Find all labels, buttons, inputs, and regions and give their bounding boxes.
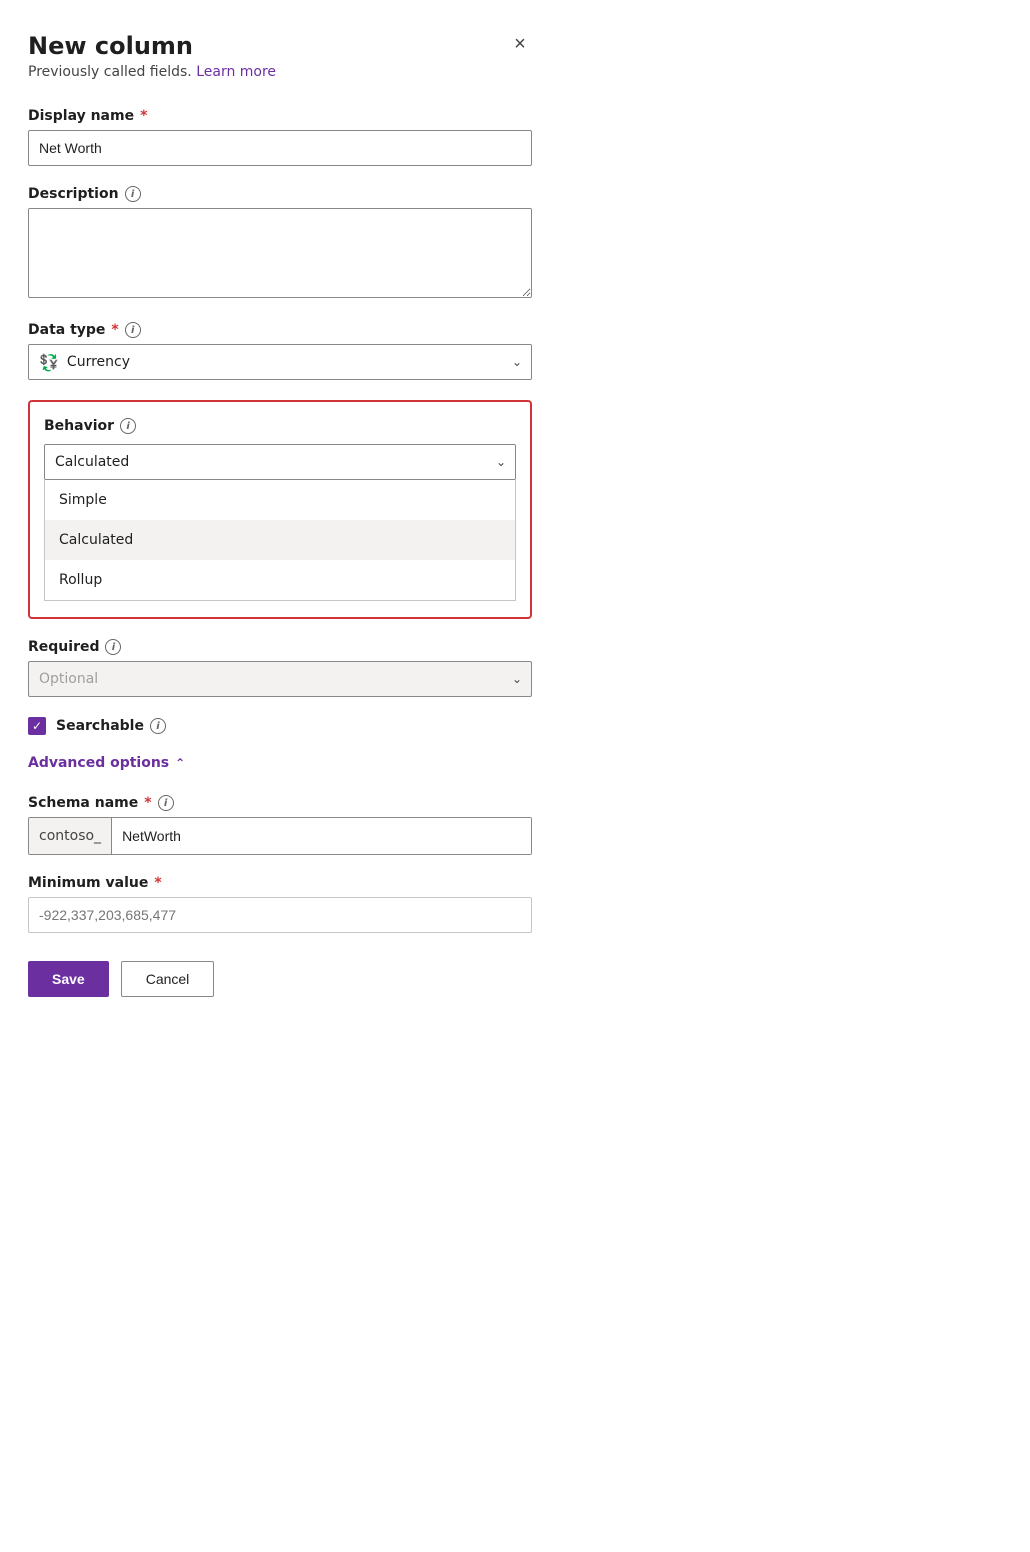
schema-name-input[interactable] [112, 818, 531, 854]
behavior-option-calculated[interactable]: Calculated [45, 520, 515, 560]
required-group: Required i Optional ⌄ [28, 639, 532, 697]
schema-name-info-icon: i [158, 795, 174, 811]
learn-more-link[interactable]: Learn more [196, 64, 276, 80]
description-info-icon: i [125, 186, 141, 202]
schema-name-label: Schema name * i [28, 795, 532, 811]
subtitle-text: Previously called fields. [28, 64, 192, 80]
required-value: Optional [39, 671, 98, 687]
minimum-value-label: Minimum value * [28, 875, 532, 891]
advanced-options-toggle[interactable]: Advanced options ⌃ [28, 755, 532, 771]
searchable-checkbox[interactable]: ✓ [28, 717, 46, 735]
panel-subtitle: Previously called fields. Learn more [28, 64, 532, 80]
required-info-icon: i [105, 639, 121, 655]
data-type-select-wrapper: 💱 Currency ⌄ [28, 344, 532, 380]
minimum-value-group: Minimum value * [28, 875, 532, 933]
behavior-info-icon: i [120, 418, 136, 434]
behavior-select[interactable]: Calculated [44, 444, 516, 480]
close-button[interactable]: × [504, 28, 536, 60]
schema-name-required-star: * [144, 795, 151, 811]
schema-name-prefix: contoso_ [29, 818, 112, 854]
minimum-value-input[interactable] [28, 897, 532, 933]
schema-name-group: Schema name * i contoso_ [28, 795, 532, 855]
searchable-row: ✓ Searchable i [28, 717, 532, 735]
data-type-label: Data type * i [28, 322, 532, 338]
required-select[interactable]: Optional [28, 661, 532, 697]
behavior-dropdown-menu: Simple Calculated Rollup [44, 480, 516, 601]
minimum-value-required-star: * [154, 875, 161, 891]
behavior-option-rollup[interactable]: Rollup [45, 560, 515, 600]
currency-icon: 💱 [39, 353, 59, 372]
behavior-selected-value: Calculated [55, 454, 129, 470]
display-name-input[interactable] [28, 130, 532, 166]
required-label: Required i [28, 639, 532, 655]
display-name-required-star: * [140, 108, 147, 124]
data-type-info-icon: i [125, 322, 141, 338]
description-label: Description i [28, 186, 532, 202]
data-type-select[interactable]: 💱 Currency [28, 344, 532, 380]
behavior-option-simple[interactable]: Simple [45, 480, 515, 520]
schema-name-field: contoso_ [28, 817, 532, 855]
description-input[interactable] [28, 208, 532, 298]
save-button[interactable]: Save [28, 961, 109, 997]
data-type-group: Data type * i 💱 Currency ⌄ [28, 322, 532, 380]
display-name-group: Display name * [28, 108, 532, 166]
new-column-panel: × New column Previously called fields. L… [0, 0, 560, 1037]
required-select-wrapper: Optional ⌄ [28, 661, 532, 697]
searchable-label: Searchable i [56, 718, 166, 734]
cancel-button[interactable]: Cancel [121, 961, 215, 997]
checkmark-icon: ✓ [32, 719, 42, 733]
advanced-options-label: Advanced options [28, 755, 169, 771]
advanced-options-chevron-icon: ⌃ [175, 756, 185, 770]
display-name-label: Display name * [28, 108, 532, 124]
behavior-section: Behavior i Calculated ⌄ Simple Calculate… [28, 400, 532, 619]
description-group: Description i [28, 186, 532, 302]
data-type-value: Currency [67, 354, 130, 370]
behavior-select-wrapper: Calculated ⌄ [44, 444, 516, 480]
panel-title: New column [28, 32, 532, 60]
behavior-label: Behavior i [44, 418, 516, 434]
searchable-info-icon: i [150, 718, 166, 734]
data-type-required-star: * [111, 322, 118, 338]
button-row: Save Cancel [28, 961, 532, 997]
